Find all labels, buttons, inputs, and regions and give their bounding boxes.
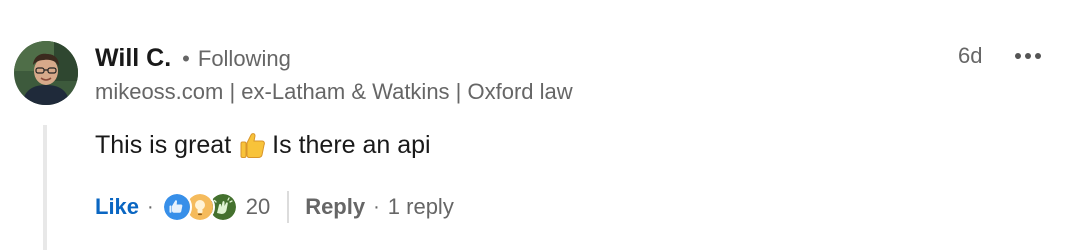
comment-header: Will C. • Following xyxy=(95,44,291,73)
more-options-button[interactable] xyxy=(1012,42,1044,70)
following-label: Following xyxy=(197,46,291,71)
separator-dot: · xyxy=(373,195,380,218)
action-divider xyxy=(287,191,290,223)
reply-button[interactable]: Reply xyxy=(305,194,365,220)
reaction-count: 20 xyxy=(245,194,271,219)
separator-dot: • xyxy=(182,46,190,71)
comment-card: Will C. • Following mikeoss.com | ex-Lat… xyxy=(0,0,1090,250)
author-name[interactable]: Will C. xyxy=(95,44,171,73)
avatar[interactable] xyxy=(14,41,78,105)
like-reaction-icon xyxy=(161,192,192,222)
comment-timestamp: 6d xyxy=(958,43,983,68)
separator-dot: · xyxy=(147,195,154,218)
like-button[interactable]: Like xyxy=(95,194,139,220)
comment-text-part2: Is there an api xyxy=(272,130,431,159)
thumbs-up-emoji-icon xyxy=(240,133,266,158)
comment-actions: Like · 20 Reply · 1 reply xyxy=(95,190,454,224)
thread-line xyxy=(43,125,47,250)
comment-text-part1: This is great xyxy=(95,130,232,159)
reply-count-link[interactable]: 1 reply xyxy=(388,194,454,220)
comment-body: This is great Is there an api xyxy=(95,130,431,160)
ellipsis-icon xyxy=(1015,53,1041,59)
author-headline: mikeoss.com | ex-Latham & Watkins | Oxfo… xyxy=(95,79,573,104)
reactions-summary[interactable]: 20 xyxy=(161,192,271,222)
